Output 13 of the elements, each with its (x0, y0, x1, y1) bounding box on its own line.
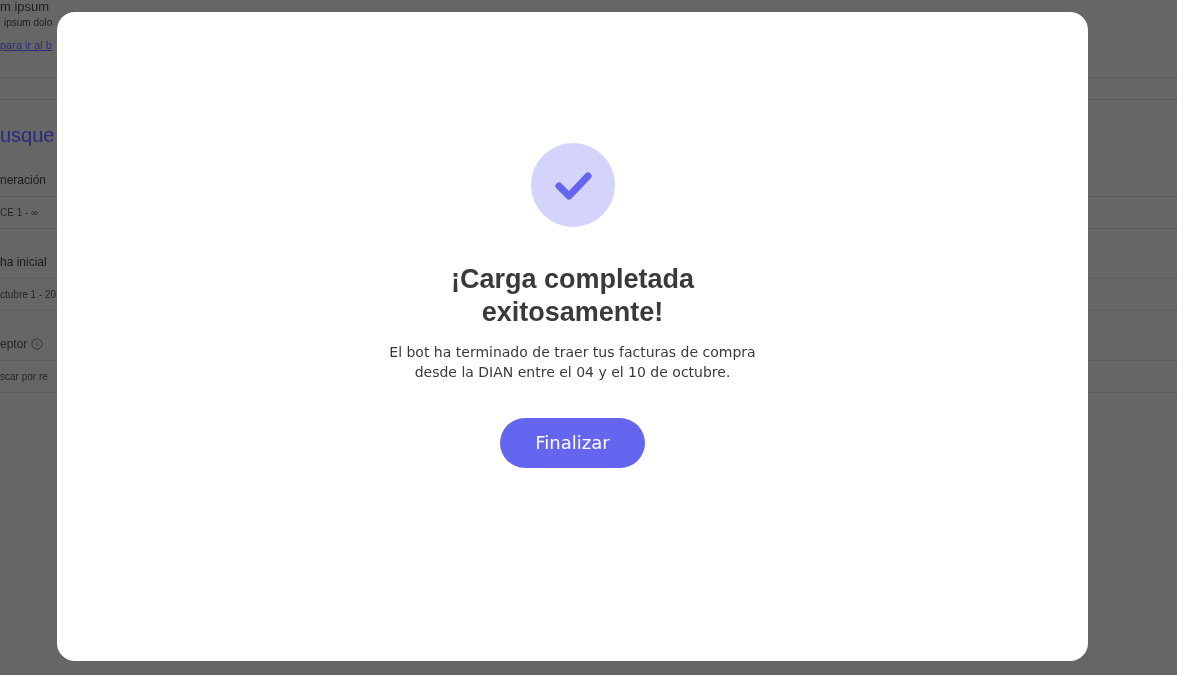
dialog-message: El bot ha terminado de traer tus facturas de compra desde la DIAN entre el 04 y el 10 de octubre. (388, 342, 757, 382)
field-value: ctubre 1 - 20 (0, 289, 57, 300)
field-label: neración (0, 172, 47, 187)
checkmark-icon (530, 142, 615, 227)
section-heading: usque (0, 124, 55, 147)
field-value: CE 1 - ∞ (0, 207, 39, 218)
page-title: m ipsum (0, 0, 50, 14)
dialog-title: ¡Carga completada exitosamente! (449, 262, 696, 329)
info-icon (31, 337, 44, 350)
page-subtitle: ipsum dolo (3, 17, 53, 28)
field-label: eptor (0, 336, 28, 351)
field-label: ha inicial (0, 254, 47, 269)
finish-button[interactable]: Finalizar (500, 417, 645, 468)
